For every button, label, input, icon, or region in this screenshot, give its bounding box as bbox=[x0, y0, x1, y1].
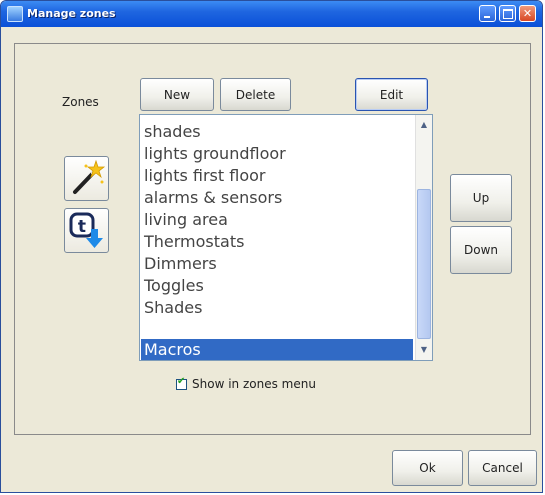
show-in-zones-menu-option[interactable]: ✔ Show in zones menu bbox=[176, 375, 316, 391]
ok-button[interactable]: Ok bbox=[392, 450, 463, 486]
maximize-icon bbox=[503, 9, 513, 19]
app-icon bbox=[7, 6, 23, 22]
scroll-up-arrow-icon[interactable]: ▲ bbox=[417, 117, 431, 133]
svg-text:t: t bbox=[78, 217, 86, 237]
zone-list[interactable]: shades lights groundfloor lights first f… bbox=[139, 114, 433, 361]
window-title: Manage zones bbox=[27, 7, 116, 20]
delete-button[interactable]: Delete bbox=[220, 78, 291, 111]
zone-list-item[interactable]: Thermostats bbox=[141, 231, 413, 253]
zone-list-scrollbar[interactable]: ▲ ▼ bbox=[415, 115, 432, 360]
zone-list-item[interactable]: Dimmers bbox=[141, 253, 413, 275]
show-in-zones-menu-checkbox[interactable]: ✔ bbox=[176, 375, 187, 390]
scroll-thumb[interactable] bbox=[417, 189, 431, 339]
checkmark-icon: ✔ bbox=[177, 375, 186, 387]
move-down-button[interactable]: Down bbox=[450, 226, 512, 274]
new-button[interactable]: New bbox=[140, 78, 214, 111]
import-zones-button[interactable]: t bbox=[64, 208, 109, 253]
close-icon: ✕ bbox=[522, 7, 533, 20]
manage-zones-window: Manage zones ✕ Zones New Delete Edit t s… bbox=[0, 0, 543, 493]
zones-label: Zones bbox=[62, 95, 99, 109]
magic-wand-icon bbox=[73, 159, 106, 194]
zone-list-item[interactable]: living area bbox=[141, 209, 413, 231]
minimize-icon bbox=[484, 16, 490, 18]
zone-list-item[interactable]: lights groundfloor bbox=[141, 143, 413, 165]
zone-list-item[interactable]: shades bbox=[141, 121, 413, 143]
cancel-button[interactable]: Cancel bbox=[468, 450, 537, 486]
zone-list-item[interactable]: alarms & sensors bbox=[141, 187, 413, 209]
maximize-button[interactable] bbox=[499, 5, 516, 22]
magic-wand-button[interactable] bbox=[64, 156, 109, 201]
scroll-down-arrow-icon[interactable]: ▼ bbox=[417, 342, 431, 358]
edit-button[interactable]: Edit bbox=[355, 78, 428, 111]
title-bar[interactable]: Manage zones ✕ bbox=[1, 1, 542, 27]
show-in-zones-menu-label: Show in zones menu bbox=[192, 377, 316, 391]
zone-list-item[interactable]: Shades bbox=[141, 297, 413, 319]
zone-list-item[interactable]: Toggles bbox=[141, 275, 413, 297]
close-button[interactable]: ✕ bbox=[519, 5, 536, 22]
zone-list-item[interactable]: lights first floor bbox=[141, 165, 413, 187]
minimize-button[interactable] bbox=[479, 5, 496, 22]
move-up-button[interactable]: Up bbox=[450, 174, 512, 222]
zone-list-item-selected[interactable]: Macros bbox=[141, 339, 413, 360]
download-t-icon: t bbox=[69, 212, 103, 248]
